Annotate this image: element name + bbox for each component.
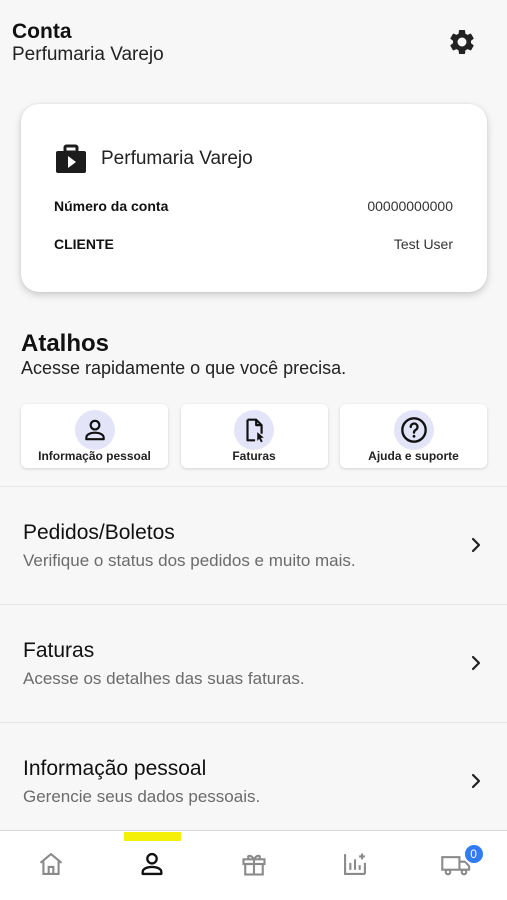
client-value: Test User (393, 236, 453, 252)
invoice-icon (234, 410, 274, 450)
chevron-right-icon (471, 537, 481, 553)
account-menu: Pedidos/Boletos Verifique o status dos p… (0, 486, 507, 840)
menu-item-personal-info[interactable]: Informação pessoal Gerencie seus dados p… (0, 722, 507, 840)
shortcut-personal-info-label: Informação pessoal (38, 449, 151, 463)
nav-tab-cart[interactable]: 0 (406, 831, 507, 900)
menu-item-invoices[interactable]: Faturas Acesse os detalhes das suas fatu… (0, 604, 507, 722)
bottom-nav: 0 (0, 830, 507, 900)
help-icon (393, 410, 434, 450)
briefcase-icon (56, 144, 86, 173)
app-header: Conta Perfumaria Varejo (0, 0, 507, 80)
gear-icon (450, 29, 474, 54)
shortcuts-title: Atalhos (21, 330, 110, 357)
shortcut-personal-info[interactable]: Informação pessoal (21, 404, 168, 468)
menu-item-title: Faturas (23, 639, 95, 662)
chevron-right-icon (471, 655, 481, 671)
menu-item-title: Informação pessoal (23, 757, 207, 780)
account-number-label: Número da conta (54, 198, 169, 214)
menu-item-subtitle: Verifique o status dos pedidos e muito m… (23, 551, 356, 570)
nav-tab-gifts[interactable] (203, 831, 304, 900)
shortcut-help[interactable]: Ajuda e suporte (340, 404, 487, 468)
menu-item-orders[interactable]: Pedidos/Boletos Verifique o status dos p… (0, 486, 507, 604)
shortcut-invoices-label: Faturas (232, 449, 276, 463)
page-subtitle: Perfumaria Varejo (12, 44, 164, 65)
active-tab-indicator (124, 832, 181, 841)
nav-tab-home[interactable] (0, 831, 101, 900)
nav-tab-reports[interactable] (304, 831, 405, 900)
page-title: Conta (12, 20, 72, 43)
reports-icon (343, 853, 366, 875)
chevron-right-icon (471, 773, 481, 789)
client-label: CLIENTE (54, 236, 114, 252)
shortcut-help-label: Ajuda e suporte (368, 449, 459, 463)
nav-tab-account[interactable] (101, 831, 202, 900)
home-icon (39, 852, 62, 875)
account-card: Perfumaria Varejo Número da conta 000000… (21, 104, 487, 292)
account-number-row: Número da conta 00000000000 (54, 198, 453, 214)
gift-icon (241, 854, 266, 876)
account-number-value: 00000000000 (367, 198, 453, 214)
business-name: Perfumaria Varejo (101, 148, 253, 169)
menu-item-subtitle: Acesse os detalhes das suas faturas. (23, 669, 305, 688)
settings-button[interactable] (444, 24, 480, 60)
account-icon (141, 852, 163, 875)
cart-count-badge: 0 (462, 843, 485, 865)
person-icon (74, 410, 115, 450)
business-row: Perfumaria Varejo (55, 144, 253, 174)
client-row: CLIENTE Test User (54, 236, 453, 252)
shortcuts-subtitle: Acesse rapidamente o que você precisa. (21, 358, 347, 378)
shortcut-tiles: Informação pessoal Faturas Ajuda e supor… (21, 404, 487, 468)
menu-item-subtitle: Gerencie seus dados pessoais. (23, 787, 261, 806)
shortcut-invoices[interactable]: Faturas (180, 404, 328, 468)
menu-item-title: Pedidos/Boletos (23, 521, 175, 544)
